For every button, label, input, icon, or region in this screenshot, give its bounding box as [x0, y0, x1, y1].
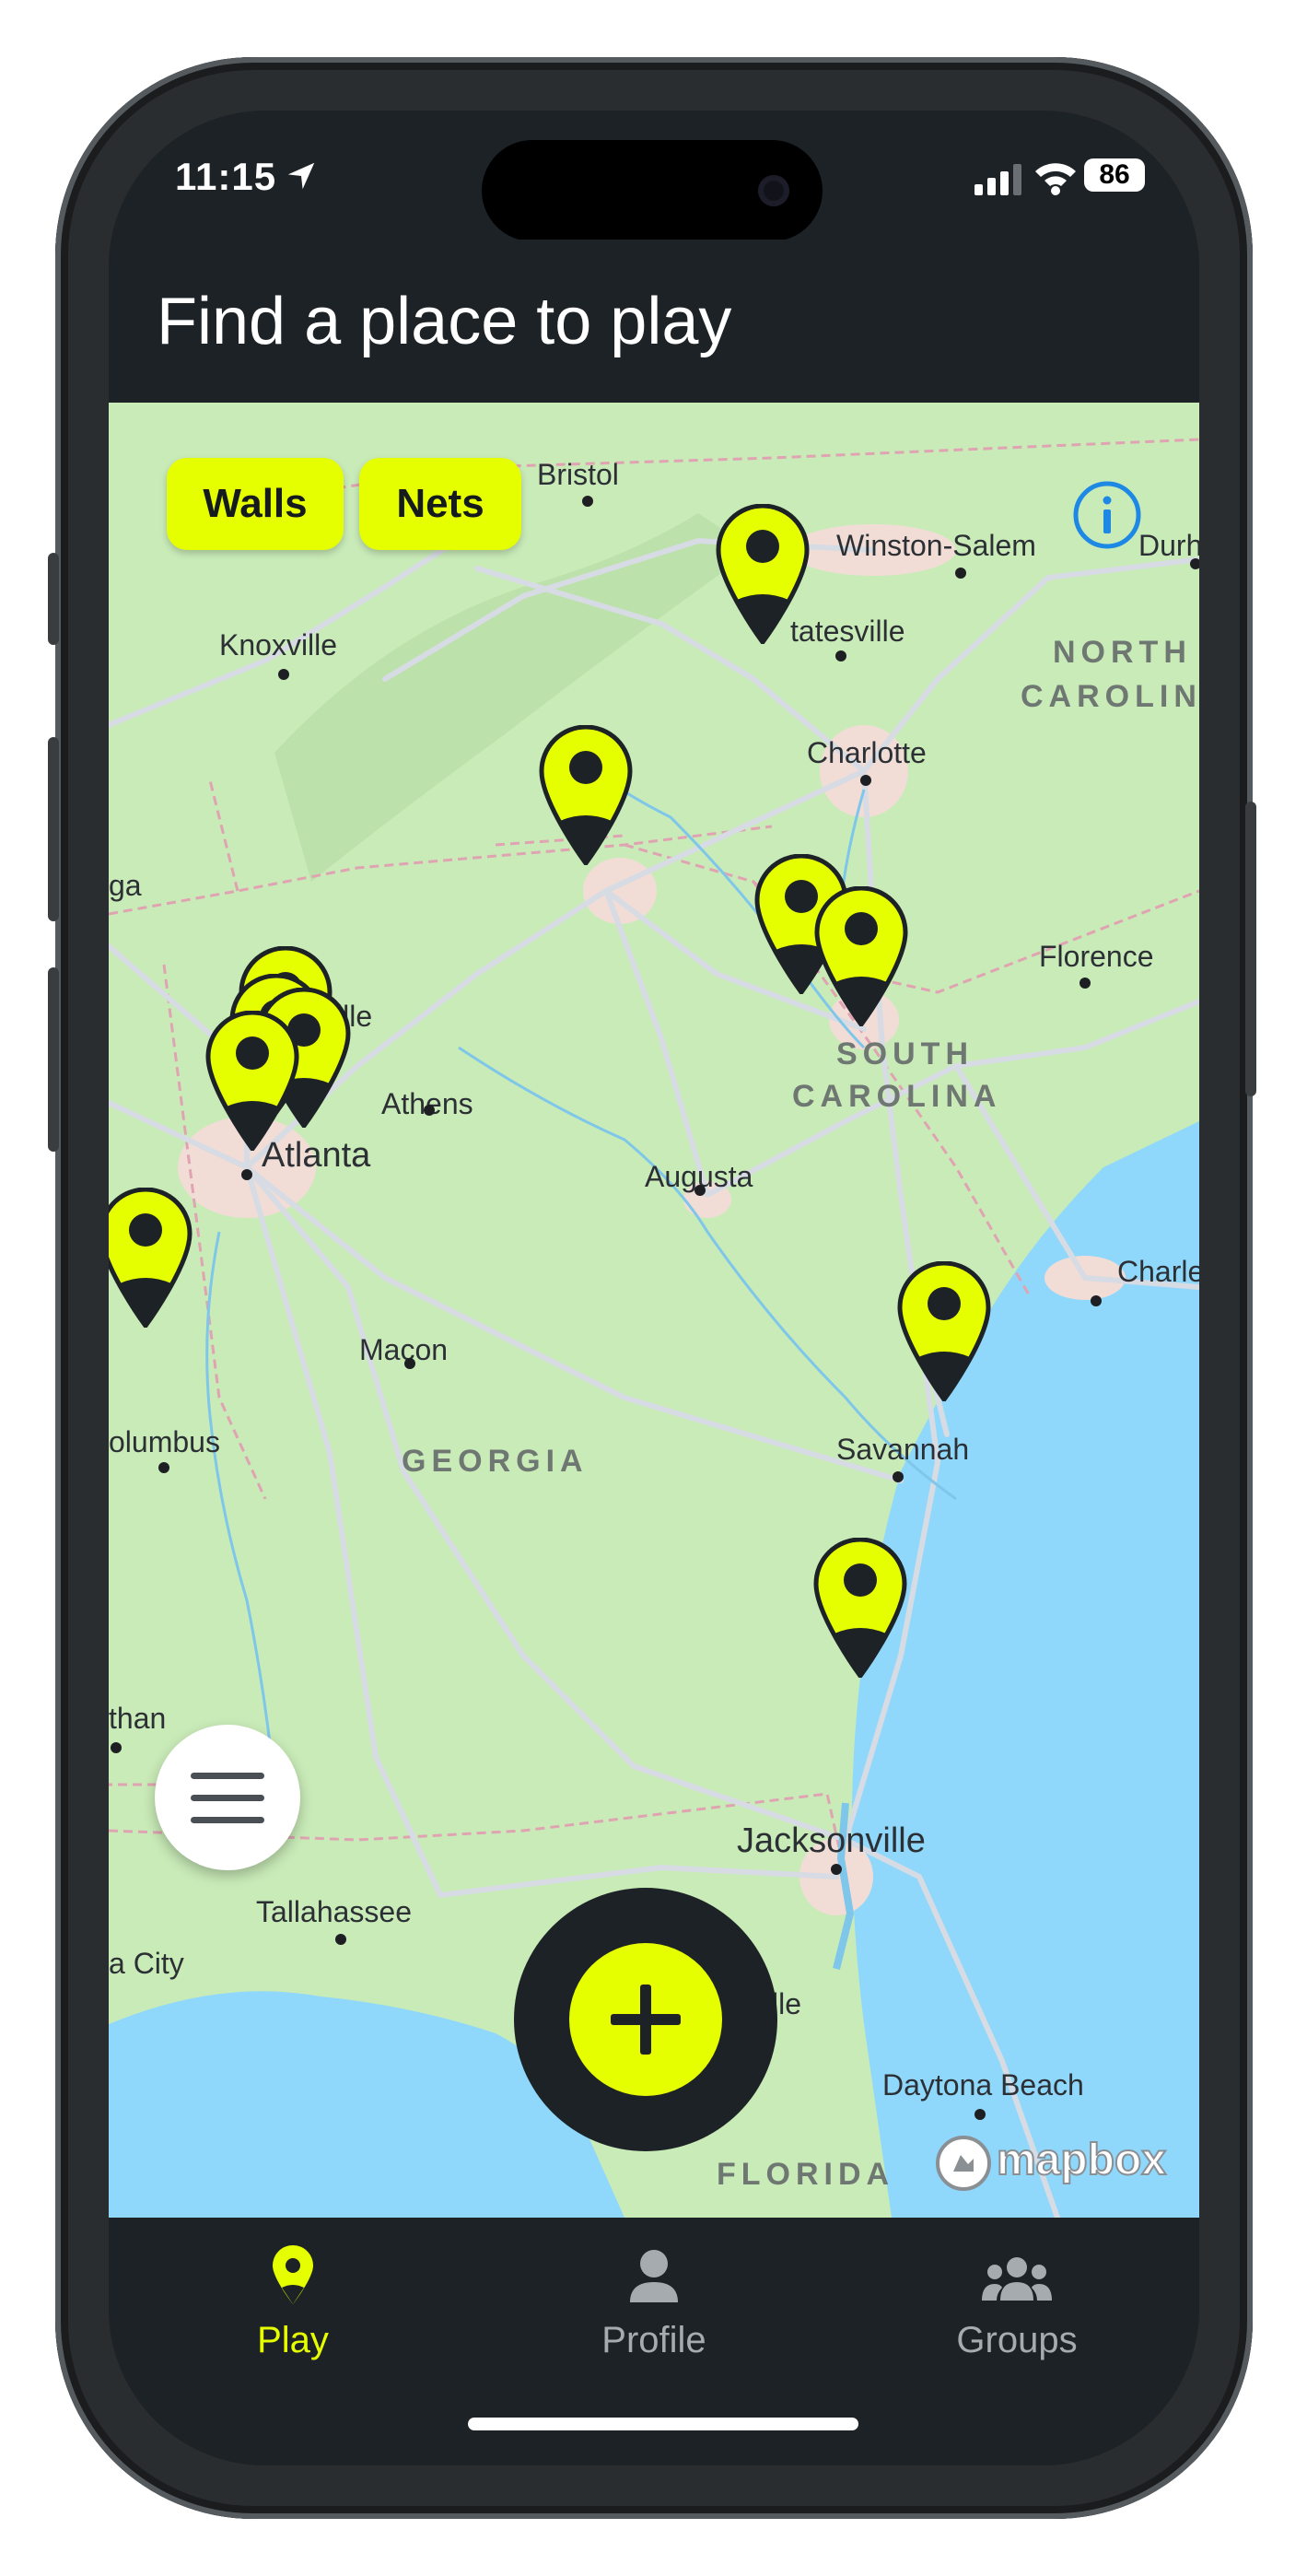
city-label: Charlotte: [807, 736, 927, 769]
mapbox-attribution[interactable]: mapbox: [996, 2135, 1167, 2185]
state-label: CAROLINA: [792, 1079, 1002, 1114]
city-label: Augusta: [645, 1160, 753, 1193]
city-label: Athens: [381, 1087, 473, 1120]
volume-up-button: [48, 737, 59, 921]
tab-profile[interactable]: Profile: [534, 2245, 774, 2361]
city-label: Tallahassee: [256, 1895, 412, 1928]
city-label: Macon: [359, 1333, 449, 1366]
state-label: NORTH: [1053, 635, 1192, 670]
filter-nets-button[interactable]: Nets: [359, 458, 521, 550]
tab-label: Groups: [956, 2320, 1078, 2360]
status-bar: 11:15 86: [109, 111, 1199, 241]
mute-switch: [48, 553, 59, 645]
mapbox-logo-icon: [936, 2136, 991, 2191]
filter-walls-button[interactable]: Walls: [167, 458, 344, 550]
location-pin-icon[interactable]: [715, 504, 811, 644]
city-label: ga: [109, 869, 142, 902]
hamburger-icon: [191, 1773, 264, 1823]
location-pin-icon[interactable]: [812, 1538, 908, 1678]
tab-groups[interactable]: Groups: [897, 2245, 1137, 2361]
state-label: FLORIDA: [717, 2157, 895, 2192]
home-indicator[interactable]: [468, 2418, 858, 2430]
battery-indicator: 86: [1084, 158, 1145, 192]
app-screen: 11:15 86 Find a place to play NORTH CARO…: [109, 111, 1199, 2465]
city-label: Bristol: [537, 458, 619, 491]
city-label: than: [109, 1702, 167, 1735]
power-button: [1245, 802, 1256, 1096]
city-label: Charle: [1117, 1255, 1199, 1288]
city-label: Daytona Beach: [882, 2068, 1084, 2102]
state-label: GEORGIA: [402, 1444, 589, 1479]
location-pin-icon[interactable]: [538, 725, 634, 865]
city-label: olumbus: [109, 1425, 220, 1458]
front-camera: [758, 175, 789, 206]
city-label: Durh: [1138, 529, 1199, 562]
status-time: 11:15: [175, 155, 277, 198]
dynamic-island: [482, 140, 823, 241]
location-pin-icon[interactable]: [204, 1011, 300, 1151]
city-label: Winston-Salem: [836, 529, 1036, 562]
tab-label: Play: [257, 2320, 329, 2360]
city-label: Jacksonville: [737, 1821, 926, 1860]
location-pin-icon[interactable]: [813, 886, 909, 1026]
tab-play[interactable]: Play: [173, 2245, 413, 2361]
tab-label: Profile: [601, 2320, 706, 2360]
location-arrow-icon: [287, 162, 315, 190]
city-label: Knoxville: [219, 628, 338, 662]
state-label: CAROLIN: [1021, 679, 1199, 714]
state-label: SOUTH: [836, 1036, 974, 1071]
info-icon[interactable]: [1072, 480, 1142, 550]
plus-icon: [611, 1985, 681, 2055]
page-title: Find a place to play: [157, 285, 732, 358]
location-pin-icon[interactable]: [109, 1188, 193, 1328]
add-button-face: [569, 1943, 722, 2096]
group-icon: [982, 2257, 1052, 2301]
wifi-icon: [1035, 163, 1076, 195]
city-label: Florence: [1039, 940, 1154, 973]
location-pin-icon[interactable]: [896, 1261, 992, 1401]
person-icon: [630, 2250, 678, 2302]
city-label: Savannah: [836, 1433, 970, 1466]
map-pin-icon: [273, 2245, 313, 2304]
cellular-signal-icon: [974, 164, 1021, 195]
city-label: a City: [109, 1947, 184, 1980]
menu-button[interactable]: [155, 1725, 300, 1870]
add-place-button[interactable]: [514, 1888, 777, 2151]
volume-down-button: [48, 967, 59, 1152]
